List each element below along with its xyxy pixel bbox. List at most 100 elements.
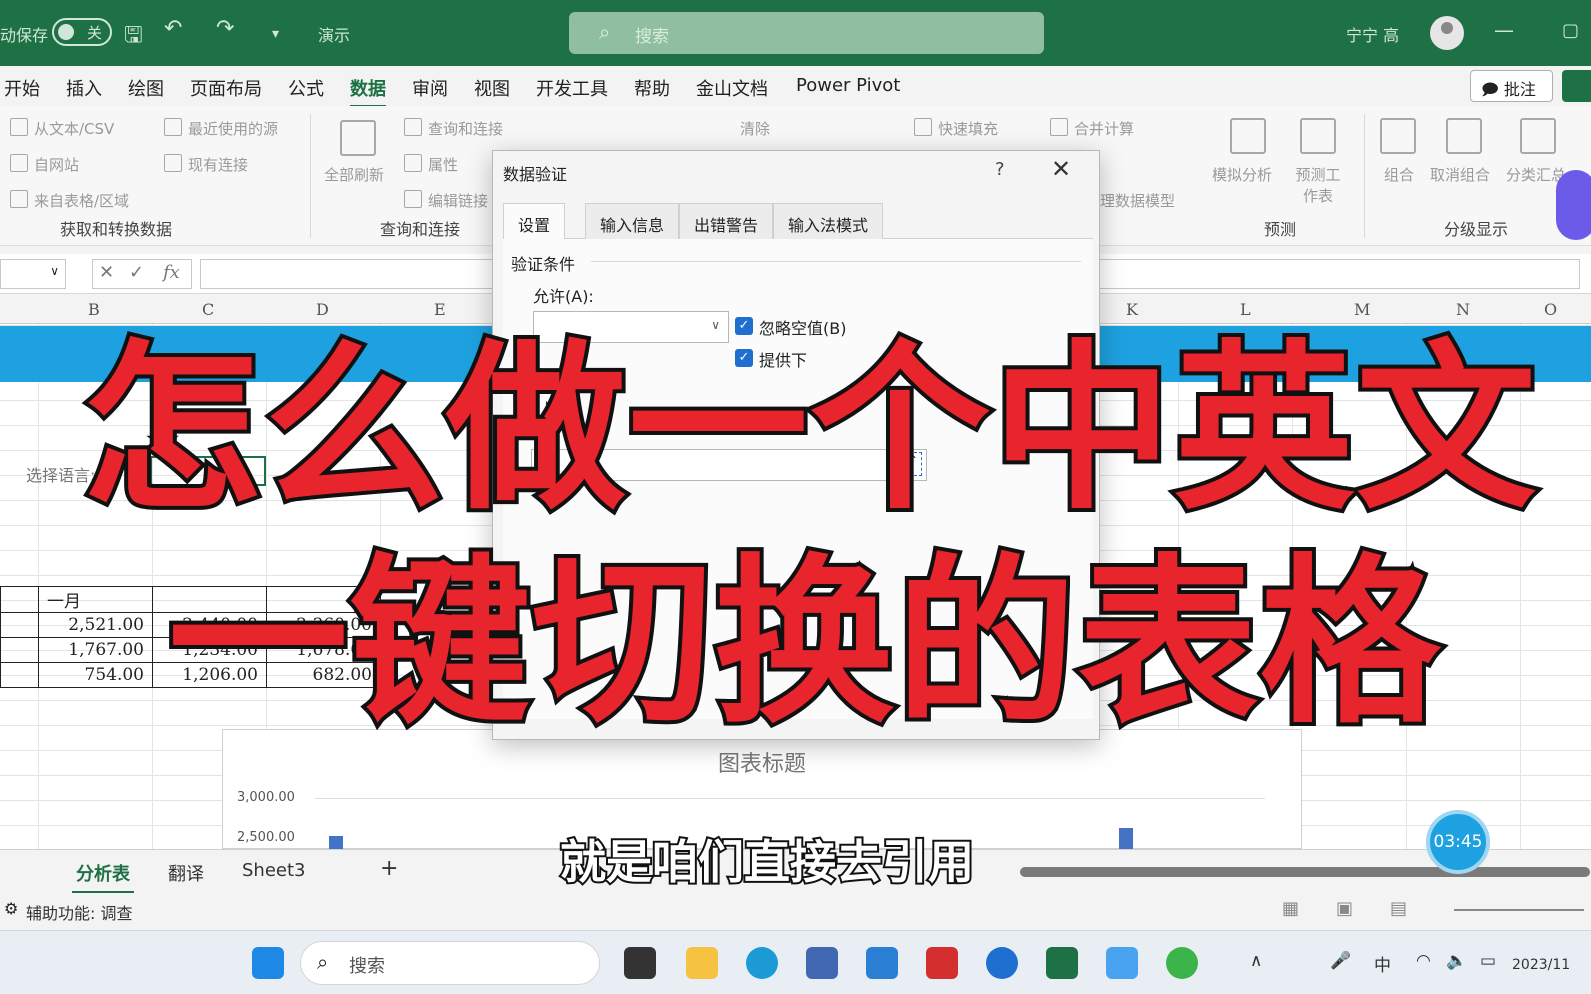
hp-icon[interactable] <box>866 947 898 979</box>
recording-timer[interactable]: 03:45 <box>1426 810 1490 874</box>
edit-links[interactable]: 编辑链接 <box>428 190 488 211</box>
video-subtitle: 就是咱们直接去引用 <box>558 833 976 891</box>
forecast-sheet[interactable]: 预测工作表 <box>1294 164 1342 206</box>
table-cell[interactable] <box>0 637 39 663</box>
wifi-icon[interactable]: ◠ <box>1416 951 1431 971</box>
tab-review[interactable]: 审阅 <box>412 75 448 101</box>
group-get-data: 获取和转换数据 <box>60 220 173 239</box>
assistant-icon[interactable] <box>1556 170 1591 240</box>
page-break-icon[interactable]: ▤ <box>1390 898 1407 919</box>
tab-insert[interactable]: 插入 <box>66 75 102 101</box>
add-sheet-button[interactable]: + <box>380 856 398 881</box>
existing-connections-icon <box>164 154 182 172</box>
from-text-csv[interactable]: 从文本/CSV <box>34 118 114 139</box>
wechat-icon[interactable] <box>1166 947 1198 979</box>
tab-ime-mode[interactable]: 输入法模式 <box>773 203 884 239</box>
taskbar-search[interactable]: ⌕ 搜索 <box>300 941 600 985</box>
restore-icon[interactable]: ▢ <box>1562 20 1579 41</box>
store-icon[interactable] <box>806 947 838 979</box>
clock-date[interactable]: 2023/11 <box>1512 957 1570 973</box>
excel-icon[interactable] <box>1046 947 1078 979</box>
tab-data[interactable]: 数据 <box>350 75 386 108</box>
page-layout-icon[interactable]: ▣ <box>1336 898 1353 919</box>
search-box[interactable]: ⌕ 搜索 <box>569 12 1044 54</box>
tab-page-layout[interactable]: 页面布局 <box>190 75 262 101</box>
from-table[interactable]: 来自表格/区域 <box>34 190 129 211</box>
battery-icon[interactable]: ▭ <box>1480 951 1496 971</box>
table-cell[interactable] <box>0 612 39 638</box>
edge-icon[interactable] <box>746 947 778 979</box>
undo-icon[interactable]: ↶ <box>164 16 182 41</box>
sheet-tab[interactable]: 翻译 <box>168 860 204 886</box>
tab-error-alert[interactable]: 出错警告 <box>679 203 774 239</box>
refresh-all-button[interactable]: 全部刷新 <box>324 164 384 185</box>
tray-chevron-icon[interactable]: ∧ <box>1250 951 1262 971</box>
accessibility-status[interactable]: 辅助功能: 调查 <box>26 900 132 924</box>
tab-help[interactable]: 帮助 <box>634 75 670 101</box>
avatar[interactable] <box>1430 16 1464 50</box>
present-button[interactable]: 演示 <box>318 22 350 46</box>
name-box[interactable]: ∨ <box>0 259 66 289</box>
normal-view-icon[interactable]: ▦ <box>1282 898 1299 919</box>
autosave-toggle[interactable]: 关 <box>52 18 112 46</box>
help-app-icon[interactable] <box>986 947 1018 979</box>
customize-qat-icon[interactable]: ▾ <box>272 26 279 42</box>
save-icon[interactable]: 🖫 <box>124 18 143 56</box>
help-icon[interactable]: ? <box>995 159 1005 180</box>
table-cell[interactable] <box>0 586 39 613</box>
close-icon[interactable]: ✕ <box>1051 155 1071 183</box>
consolidate[interactable]: 合并计算 <box>1074 118 1134 139</box>
tab-home[interactable]: 开始 <box>4 75 40 101</box>
horizontal-scrollbar[interactable] <box>1020 867 1590 877</box>
comments-button[interactable]: 🗩 批注 <box>1470 70 1553 102</box>
enter-icon[interactable]: ✓ <box>129 262 144 283</box>
start-icon[interactable] <box>252 947 284 979</box>
queries-connections[interactable]: 查询和连接 <box>428 118 503 139</box>
tab-developer[interactable]: 开发工具 <box>536 75 608 101</box>
sheet-tab[interactable]: Sheet3 <box>242 860 306 881</box>
tab-settings[interactable]: 设置 <box>503 203 566 239</box>
file-explorer-icon[interactable] <box>686 947 718 979</box>
task-view-icon[interactable] <box>624 947 656 979</box>
group-button[interactable]: 组合 <box>1384 164 1414 185</box>
table-cell[interactable]: 1,767.00 <box>38 637 153 663</box>
fx-icon[interactable]: fx <box>163 262 180 283</box>
ungroup-button[interactable]: 取消组合 <box>1430 164 1490 185</box>
group-forecast: 预测 <box>1264 220 1297 239</box>
sheet-tab[interactable]: 分析表 <box>72 860 134 894</box>
cancel-icon[interactable]: ✕ <box>99 262 114 283</box>
ime-indicator[interactable]: 中 <box>1374 951 1391 976</box>
tab-view[interactable]: 视图 <box>474 75 510 101</box>
table-cell[interactable] <box>0 662 39 688</box>
tab-power-pivot[interactable]: Power Pivot <box>796 75 900 96</box>
share-button[interactable] <box>1562 70 1591 102</box>
search-icon: ⌕ <box>317 950 329 974</box>
tab-draw[interactable]: 绘图 <box>128 75 164 101</box>
existing-connections[interactable]: 现有连接 <box>188 154 248 175</box>
taskbar-search-label: 搜索 <box>349 956 385 977</box>
tab-formulas[interactable]: 公式 <box>288 75 324 101</box>
table-cell[interactable]: 754.00 <box>38 662 153 688</box>
clear-button[interactable]: 清除 <box>740 118 770 139</box>
wps-icon[interactable] <box>926 947 958 979</box>
tab-input-message[interactable]: 输入信息 <box>585 203 680 239</box>
table-cell[interactable]: 一月 <box>38 586 153 613</box>
flash-fill[interactable]: 快速填充 <box>938 118 998 139</box>
dialog-tabs: 设置 输入信息 出错警告 输入法模式 <box>503 203 1093 239</box>
table-cell[interactable]: 2,521.00 <box>38 612 153 638</box>
volume-icon[interactable]: 🔈 <box>1446 951 1467 971</box>
redo-icon[interactable]: ↷ <box>216 16 234 41</box>
what-if-analysis[interactable]: 模拟分析 <box>1212 164 1272 185</box>
from-web[interactable]: 自网站 <box>34 154 79 175</box>
user-name[interactable]: 宁宁 高 <box>1346 22 1399 46</box>
minimize-icon[interactable]: — <box>1494 18 1514 42</box>
flash-fill-icon <box>914 118 932 136</box>
tab-kdocs[interactable]: 金山文档 <box>696 75 768 101</box>
microphone-icon[interactable]: 🎤 <box>1330 951 1351 971</box>
column-header[interactable]: O <box>1544 300 1557 319</box>
copilot-icon[interactable] <box>1106 947 1138 979</box>
recent-sources[interactable]: 最近使用的源 <box>188 118 278 139</box>
zoom-slider[interactable] <box>1454 909 1584 911</box>
manage-data-model[interactable]: 理数据模型 <box>1100 190 1175 211</box>
properties[interactable]: 属性 <box>428 154 458 175</box>
